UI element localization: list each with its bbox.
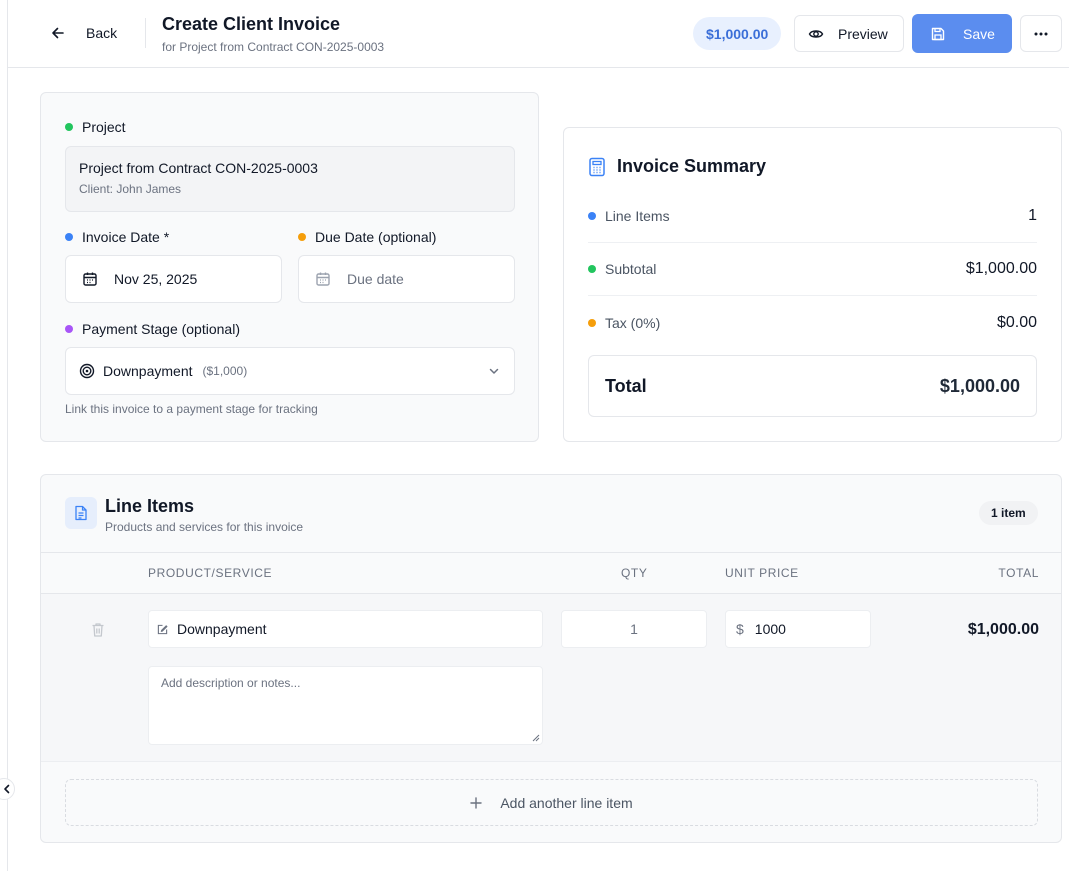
summary-row-line-items: Line Items 1 <box>588 190 1037 243</box>
table-header: PRODUCT/SERVICE QTY UNIT PRICE TOTAL <box>41 552 1061 594</box>
line-items-subtitle: Products and services for this invoice <box>105 520 304 534</box>
calculator-icon <box>589 157 605 176</box>
invoice-amount-badge: $1,000.00 <box>693 17 782 50</box>
line-total: $1,000.00 <box>967 621 1039 638</box>
chevron-left-icon <box>4 784 10 794</box>
total-label: Total <box>605 375 647 396</box>
currency-symbol: $ <box>736 621 744 637</box>
column-header-qty: QTY <box>621 566 648 580</box>
project-info-box: Project from Contract CON-2025-0003 Clie… <box>65 146 515 212</box>
summary-total: Total $1,000.00 <box>588 355 1037 417</box>
preview-button[interactable]: Preview <box>794 15 904 52</box>
due-date-field[interactable]: Due date <box>298 255 515 303</box>
invoice-date-field[interactable]: Nov 25, 2025 <box>65 255 282 303</box>
summary-heading: Invoice Summary <box>588 156 766 177</box>
summary-row-tax: Tax (0%) $0.00 <box>588 296 1037 349</box>
payment-stage-label-text: Payment Stage (optional) <box>82 321 240 337</box>
add-line-item-button[interactable]: Add another line item <box>65 779 1038 826</box>
sidebar-toggle-button[interactable] <box>0 778 15 800</box>
preview-label: Preview <box>838 25 888 42</box>
status-dot <box>588 265 596 273</box>
more-options-button[interactable] <box>1020 15 1062 52</box>
target-icon <box>79 363 95 379</box>
quantity-value: 1 <box>630 621 638 637</box>
payment-stage-label: Payment Stage (optional) <box>65 321 240 337</box>
project-label-text: Project <box>82 119 126 135</box>
summary-row-label: Tax (0%) <box>605 314 661 331</box>
delete-line-item-button[interactable] <box>91 622 105 643</box>
quantity-input[interactable]: 1 <box>561 610 707 648</box>
back-button[interactable]: Back <box>50 19 117 47</box>
payment-stage-hint: Link this invoice to a payment stage for… <box>65 402 318 416</box>
more-horizontal-icon <box>1034 32 1048 35</box>
line-items-icon-box <box>65 497 97 529</box>
save-label: Save <box>963 25 995 42</box>
payment-stage-amount: ($1,000) <box>202 364 248 378</box>
resize-handle-icon[interactable] <box>532 734 540 742</box>
summary-row-value: 1 <box>1028 207 1037 224</box>
line-items-title: Line Items <box>105 496 195 516</box>
invoice-date-label: Invoice Date * <box>65 229 169 245</box>
column-header-unit-price: UNIT PRICE <box>725 566 799 580</box>
summary-row-value: $0.00 <box>996 313 1037 331</box>
status-dot <box>65 325 73 333</box>
status-dot <box>298 233 306 241</box>
calendar-icon <box>83 272 97 286</box>
table-row: Downpayment 1 $ 1000 $1,000.00 Add descr… <box>41 594 1061 762</box>
project-name: Project from Contract CON-2025-0003 <box>79 160 318 176</box>
status-dot <box>65 123 73 131</box>
notes-textarea[interactable]: Add description or notes... <box>148 666 543 745</box>
invoice-details-card: Project Project from Contract CON-2025-0… <box>40 92 539 442</box>
payment-stage-select[interactable]: Downpayment ($1,000) <box>65 347 515 395</box>
page-title: Create Client Invoice <box>162 14 341 34</box>
due-date-placeholder: Due date <box>347 271 404 287</box>
product-name-value: Downpayment <box>177 621 267 637</box>
arrow-left-icon <box>52 27 64 39</box>
page-subtitle: for Project from Contract CON-2025-0003 <box>162 40 385 54</box>
document-icon <box>75 505 87 521</box>
calendar-icon <box>316 272 330 286</box>
summary-row-label: Subtotal <box>605 261 657 277</box>
summary-row-label: Line Items <box>605 208 670 224</box>
add-line-item-label: Add another line item <box>500 794 633 811</box>
save-button[interactable]: Save <box>912 14 1012 53</box>
summary-row-subtotal: Subtotal $1,000.00 <box>588 243 1037 296</box>
header-divider <box>145 18 146 48</box>
page-header: Back Create Client Invoice for Project f… <box>8 0 1069 68</box>
eye-icon <box>808 29 824 38</box>
unit-price-input[interactable]: $ 1000 <box>725 610 871 648</box>
trash-icon <box>92 623 104 637</box>
unit-price-value: 1000 <box>754 621 786 637</box>
total-value: $1,000.00 <box>939 375 1020 396</box>
summary-title: Invoice Summary <box>617 156 767 176</box>
summary-row-value: $1,000.00 <box>965 260 1037 277</box>
payment-stage-value: Downpayment <box>103 363 193 379</box>
floppy-disk-icon <box>931 27 945 40</box>
column-header-total: TOTAL <box>998 566 1039 580</box>
notes-placeholder: Add description or notes... <box>161 676 301 690</box>
status-dot <box>65 233 73 241</box>
column-header-product: PRODUCT/SERVICE <box>148 566 273 580</box>
edit-icon <box>157 624 168 634</box>
sidebar-rail <box>0 0 8 871</box>
invoice-date-value: Nov 25, 2025 <box>114 271 198 287</box>
status-dot <box>588 212 596 220</box>
project-client: Client: John James <box>79 182 182 196</box>
chevron-down-icon <box>489 368 499 374</box>
due-date-label: Due Date (optional) <box>298 229 436 245</box>
item-count-badge: 1 item <box>979 501 1038 525</box>
back-label: Back <box>86 25 118 41</box>
project-label: Project <box>65 119 126 135</box>
invoice-summary-card: Invoice Summary Line Items 1 Subtotal $1… <box>563 127 1062 442</box>
line-items-card: Line Items Products and services for thi… <box>40 474 1062 843</box>
status-dot <box>588 318 596 327</box>
plus-icon <box>470 796 483 809</box>
due-date-label-text: Due Date (optional) <box>315 229 437 245</box>
product-name-input[interactable]: Downpayment <box>148 610 543 648</box>
invoice-date-label-text: Invoice Date * <box>82 229 170 245</box>
